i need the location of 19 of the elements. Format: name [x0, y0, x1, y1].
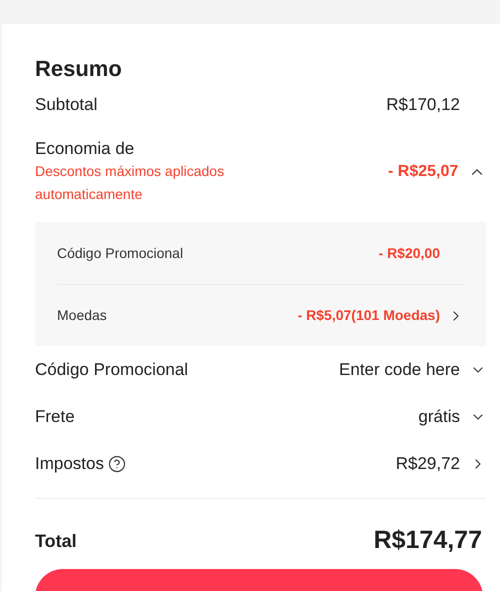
row-value: R$29,72 [396, 452, 460, 475]
row-label: Impostos [35, 452, 104, 475]
dropdown-value[interactable]: grátis [418, 404, 460, 430]
savings-label: Economia de [35, 138, 136, 160]
summary-title: Resumo [35, 54, 122, 82]
discount-value: - R$5,07(101 Moedas) [298, 306, 440, 325]
savings-note: Descontos máximos aplicados automaticamente [35, 162, 226, 204]
total-value: R$174,77 [374, 525, 482, 556]
discount-label: Código Promocional [57, 244, 184, 263]
row-label: Código Promocional [35, 358, 188, 381]
help-icon[interactable] [108, 454, 126, 472]
savings-value: - R$25,07 [388, 162, 460, 182]
dropdown-value[interactable]: Enter code here [339, 356, 460, 382]
subtotal-value: R$170,12 [386, 94, 460, 116]
discount-label: Moedas [57, 306, 107, 325]
discount-value: - R$20,00 [378, 244, 440, 262]
total-label: Total [35, 530, 77, 552]
subtotal-label: Subtotal [35, 94, 98, 116]
row-label: Frete [35, 406, 75, 428]
